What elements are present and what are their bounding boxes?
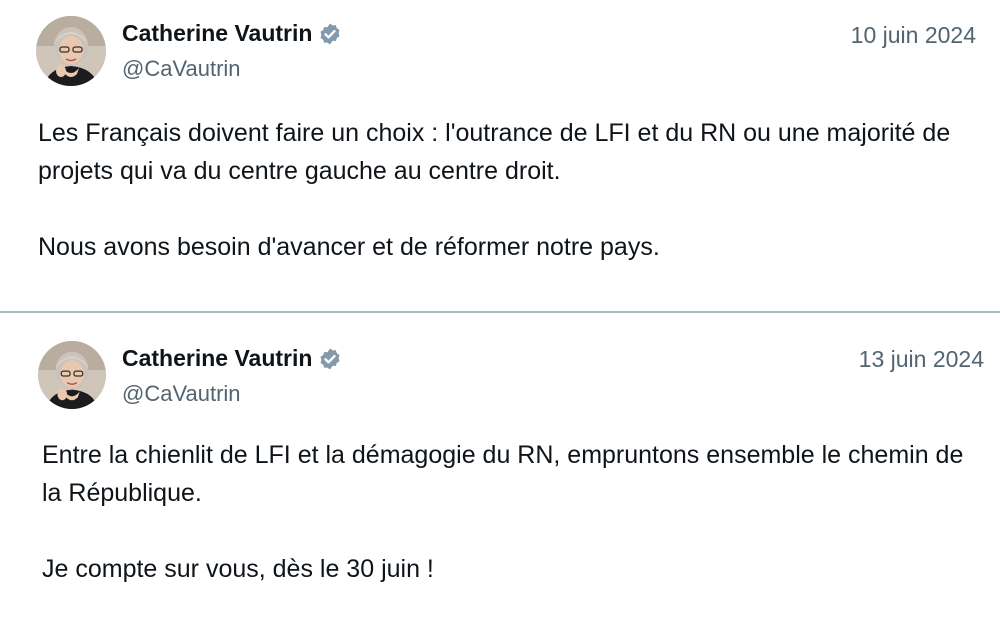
tweet-text: Les Français doivent faire un choix : l'… [38, 114, 988, 266]
author-handle[interactable]: @CaVautrin [122, 381, 241, 407]
tweet-date[interactable]: 10 juin 2024 [851, 22, 976, 49]
avatar[interactable] [38, 341, 106, 409]
tweet-paragraph: Entre la chienlit de LFI et la démagogie… [42, 441, 964, 507]
tweet-card[interactable]: Catherine Vautrin @CaVautrin 10 juin 202… [0, 0, 1000, 312]
tweet-paragraph: Nous avons besoin d'avancer et de réform… [38, 233, 660, 261]
verified-badge-icon [320, 348, 340, 369]
tweet-paragraph: Je compte sur vous, dès le 30 juin ! [42, 555, 434, 583]
author-row[interactable]: Catherine Vautrin [122, 20, 342, 47]
author-display-name[interactable]: Catherine Vautrin [122, 20, 312, 47]
tweet-date[interactable]: 13 juin 2024 [859, 346, 984, 373]
tweet-divider [0, 311, 1000, 313]
avatar-photo-icon [38, 341, 106, 409]
author-display-name[interactable]: Catherine Vautrin [122, 345, 312, 372]
verified-badge-icon [320, 23, 340, 44]
tweet-text: Entre la chienlit de LFI et la démagogie… [42, 436, 982, 588]
tweet-paragraph: Les Français doivent faire un choix : l'… [38, 119, 951, 185]
author-handle[interactable]: @CaVautrin [122, 56, 241, 82]
tweet-card[interactable]: Catherine Vautrin @CaVautrin 13 juin 202… [0, 314, 1000, 625]
avatar[interactable] [36, 16, 106, 86]
avatar-photo-icon [36, 16, 106, 86]
author-row[interactable]: Catherine Vautrin [122, 345, 342, 372]
